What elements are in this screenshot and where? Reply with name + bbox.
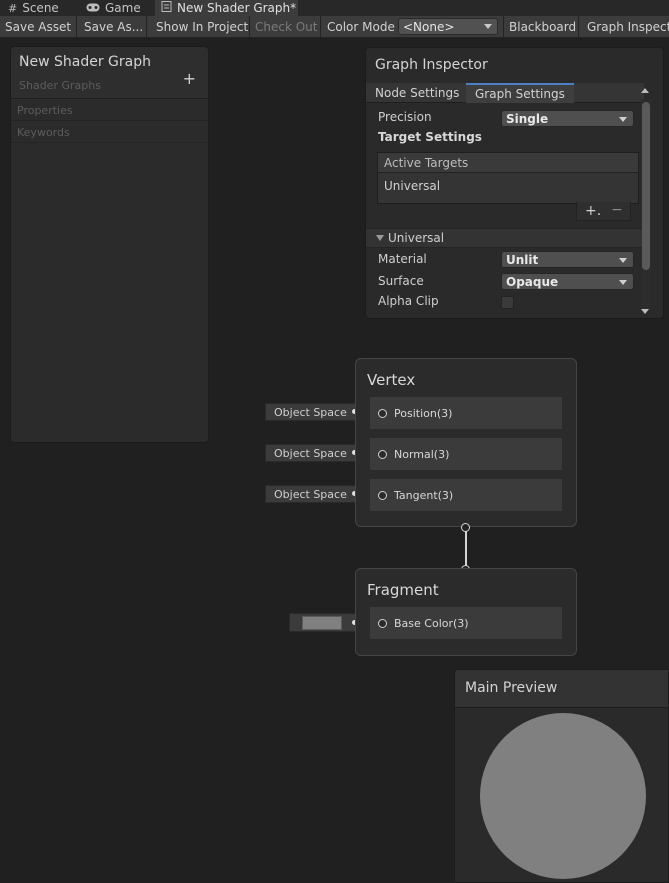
position-space-value: Object Space [274, 406, 347, 419]
main-preview-panel[interactable]: Main Preview [454, 669, 669, 883]
blackboard-toggle-button[interactable]: Blackboard [503, 16, 579, 37]
tab-graph-settings[interactable]: Graph Settings [466, 83, 574, 103]
tab-node-settings[interactable]: Node Settings [366, 83, 468, 103]
tab-new-shader-graph-label: New Shader Graph* [177, 1, 297, 15]
grid-icon: # [8, 1, 18, 15]
target-settings-heading: Target Settings [378, 130, 482, 144]
alpha-clip-label: Alpha Clip [378, 294, 439, 308]
stack-connector-line [465, 527, 467, 569]
graph-inspector-title: Graph Inspector [375, 57, 488, 73]
chevron-down-icon [619, 280, 627, 285]
main-preview-title: Main Preview [465, 680, 558, 696]
precision-dropdown[interactable]: Single [501, 110, 634, 127]
tangent-space-value: Object Space [274, 488, 347, 501]
slot-normal-label: Normal(3) [394, 448, 450, 461]
check-out-button[interactable]: Check Out [250, 16, 321, 37]
save-asset-button[interactable]: Save Asset [0, 16, 77, 37]
blackboard-subtitle: Shader Graphs [19, 79, 101, 92]
main-preview-header: Main Preview [455, 670, 668, 708]
foldout-arrow-icon [376, 235, 384, 241]
slot-base-color-label: Base Color(3) [394, 617, 469, 630]
precision-label: Precision [378, 110, 432, 124]
blackboard-title: New Shader Graph [19, 54, 151, 70]
show-in-project-button[interactable]: Show In Project [151, 16, 250, 37]
input-port-icon[interactable] [378, 409, 387, 418]
material-dropdown[interactable]: Unlit [501, 251, 634, 268]
scroll-up-arrow-icon[interactable] [641, 88, 649, 93]
vertex-title: Vertex [367, 371, 416, 389]
graph-inspector-panel[interactable]: Graph Inspector Node Settings Graph Sett… [365, 47, 664, 319]
color-swatch[interactable] [302, 616, 342, 630]
slot-normal[interactable]: Normal(3) [370, 438, 562, 470]
preview-sphere[interactable] [480, 713, 646, 879]
precision-value: Single [506, 112, 549, 126]
input-port-icon[interactable] [378, 491, 387, 500]
normal-space-value: Object Space [274, 447, 347, 460]
input-port-icon[interactable] [378, 450, 387, 459]
shader-graph-icon [161, 1, 172, 15]
vertex-block-node[interactable]: Vertex Position(3) Normal(3) Tangent(3) [355, 358, 577, 527]
surface-value: Opaque [506, 275, 559, 289]
chevron-down-icon [484, 24, 492, 29]
shader-graph-toolbar: Save Asset Save As... Show In Project Ch… [0, 16, 669, 38]
active-targets-list: Active Targets Universal [377, 152, 639, 204]
input-port-icon[interactable] [378, 619, 387, 628]
tab-scene[interactable]: # Scene [2, 0, 65, 16]
surface-dropdown[interactable]: Opaque [501, 273, 634, 290]
gamepad-icon [86, 2, 100, 15]
tangent-space-chip[interactable]: Object Space [265, 485, 356, 503]
tab-new-shader-graph[interactable]: New Shader Graph* [155, 0, 298, 16]
active-targets-footer: +. − [576, 202, 631, 221]
chevron-down-icon [619, 258, 627, 263]
stack-connector-top-icon [461, 523, 470, 532]
scroll-down-arrow-icon[interactable] [641, 309, 649, 314]
fragment-title: Fragment [367, 581, 439, 599]
editor-tab-bar: # Scene Game New Shader Graph* [0, 0, 669, 16]
blackboard-header: New Shader Graph Shader Graphs + [11, 47, 208, 99]
add-property-button[interactable]: + [183, 71, 196, 87]
material-value: Unlit [506, 253, 539, 267]
fragment-block-node[interactable]: Fragment Base Color(3) [355, 568, 577, 656]
position-space-chip[interactable]: Object Space [265, 403, 356, 421]
normal-space-chip[interactable]: Object Space [265, 444, 356, 462]
slot-tangent-label: Tangent(3) [394, 489, 454, 502]
color-mode-dropdown[interactable]: <None> [398, 18, 498, 35]
color-mode-label: Color Mode [327, 19, 395, 34]
tab-scene-label: Scene [22, 1, 59, 15]
blackboard-panel[interactable]: New Shader Graph Shader Graphs + Propert… [10, 46, 209, 443]
color-mode-value: <None> [403, 19, 455, 34]
inspector-tab-strip: Node Settings Graph Settings [366, 83, 644, 103]
chevron-down-icon [619, 117, 627, 122]
slot-position[interactable]: Position(3) [370, 397, 562, 429]
inspector-scrollbar-thumb[interactable] [642, 102, 650, 270]
material-label: Material [378, 252, 427, 266]
list-item[interactable]: Universal [378, 173, 638, 199]
surface-label: Surface [378, 274, 424, 288]
blackboard-section-properties[interactable]: Properties [11, 99, 208, 121]
universal-foldout-label: Universal [388, 231, 445, 245]
tab-game[interactable]: Game [80, 0, 147, 16]
alpha-clip-checkbox[interactable] [501, 296, 514, 309]
blackboard-section-keywords[interactable]: Keywords [11, 121, 208, 143]
slot-position-label: Position(3) [394, 407, 453, 420]
add-target-button[interactable]: +. [585, 203, 601, 219]
active-targets-header: Active Targets [378, 153, 638, 173]
slot-tangent[interactable]: Tangent(3) [370, 479, 562, 511]
universal-foldout[interactable]: Universal [366, 228, 642, 248]
graph-inspector-toggle-button[interactable]: Graph Inspector [582, 16, 669, 37]
slot-base-color[interactable]: Base Color(3) [370, 607, 562, 639]
remove-target-button[interactable]: − [611, 202, 623, 218]
save-as-button[interactable]: Save As... [79, 16, 147, 37]
tab-game-label: Game [105, 1, 141, 15]
